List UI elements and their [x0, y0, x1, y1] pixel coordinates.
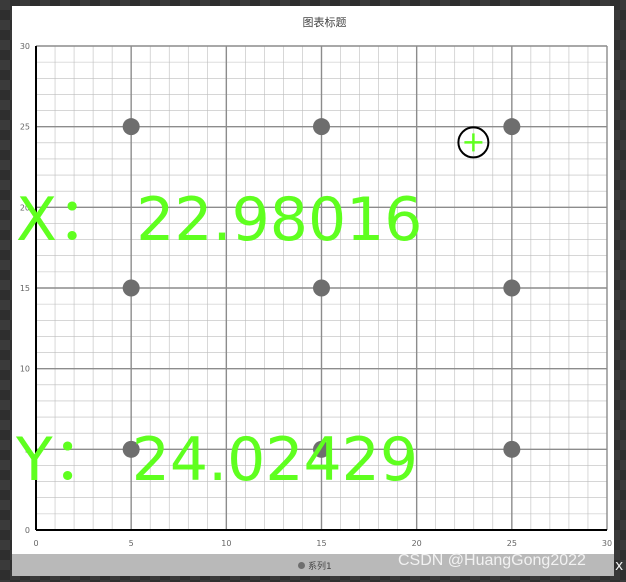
- y-tick-label: 25: [20, 123, 30, 132]
- x-tick-label: 20: [412, 539, 422, 548]
- chart-window: 图表标题 0 5 10 15 20 25 30 0 5 10 15 20 25 30 系列1: [12, 6, 614, 576]
- data-point: [313, 118, 330, 136]
- data-point: [122, 118, 140, 136]
- x-tick-label: 10: [221, 539, 231, 548]
- y-tick-label: 30: [20, 42, 30, 51]
- x-tick-label: 30: [602, 539, 612, 548]
- data-point: [503, 118, 521, 136]
- y-tick-label: 5: [25, 445, 30, 454]
- y-tick-label: 0: [25, 526, 30, 535]
- scatter-chart: 图表标题 0 5 10 15 20 25 30 0 5 10 15 20 25 30: [20, 15, 612, 548]
- x-tick-label: 25: [507, 539, 517, 548]
- data-point: [313, 279, 330, 297]
- data-point: [122, 440, 140, 458]
- x-tick-label: 15: [316, 539, 326, 548]
- x-tick-label: 5: [129, 539, 134, 548]
- legend-marker-icon: [298, 561, 305, 569]
- y-tick-label: 15: [20, 284, 30, 293]
- watermark: CSDN @HuangGong2022: [398, 552, 586, 569]
- x-tick-label: 0: [33, 539, 38, 548]
- data-point: [122, 279, 140, 297]
- close-icon[interactable]: x: [615, 558, 623, 574]
- legend[interactable]: 系列1: [298, 557, 332, 573]
- data-point: [503, 440, 521, 458]
- data-point: [503, 279, 521, 297]
- data-point: [313, 440, 330, 458]
- y-tick-label: 10: [20, 365, 30, 374]
- chart-title: 图表标题: [303, 15, 347, 29]
- legend-label: 系列1: [308, 561, 332, 572]
- y-tick-label: 20: [20, 203, 30, 212]
